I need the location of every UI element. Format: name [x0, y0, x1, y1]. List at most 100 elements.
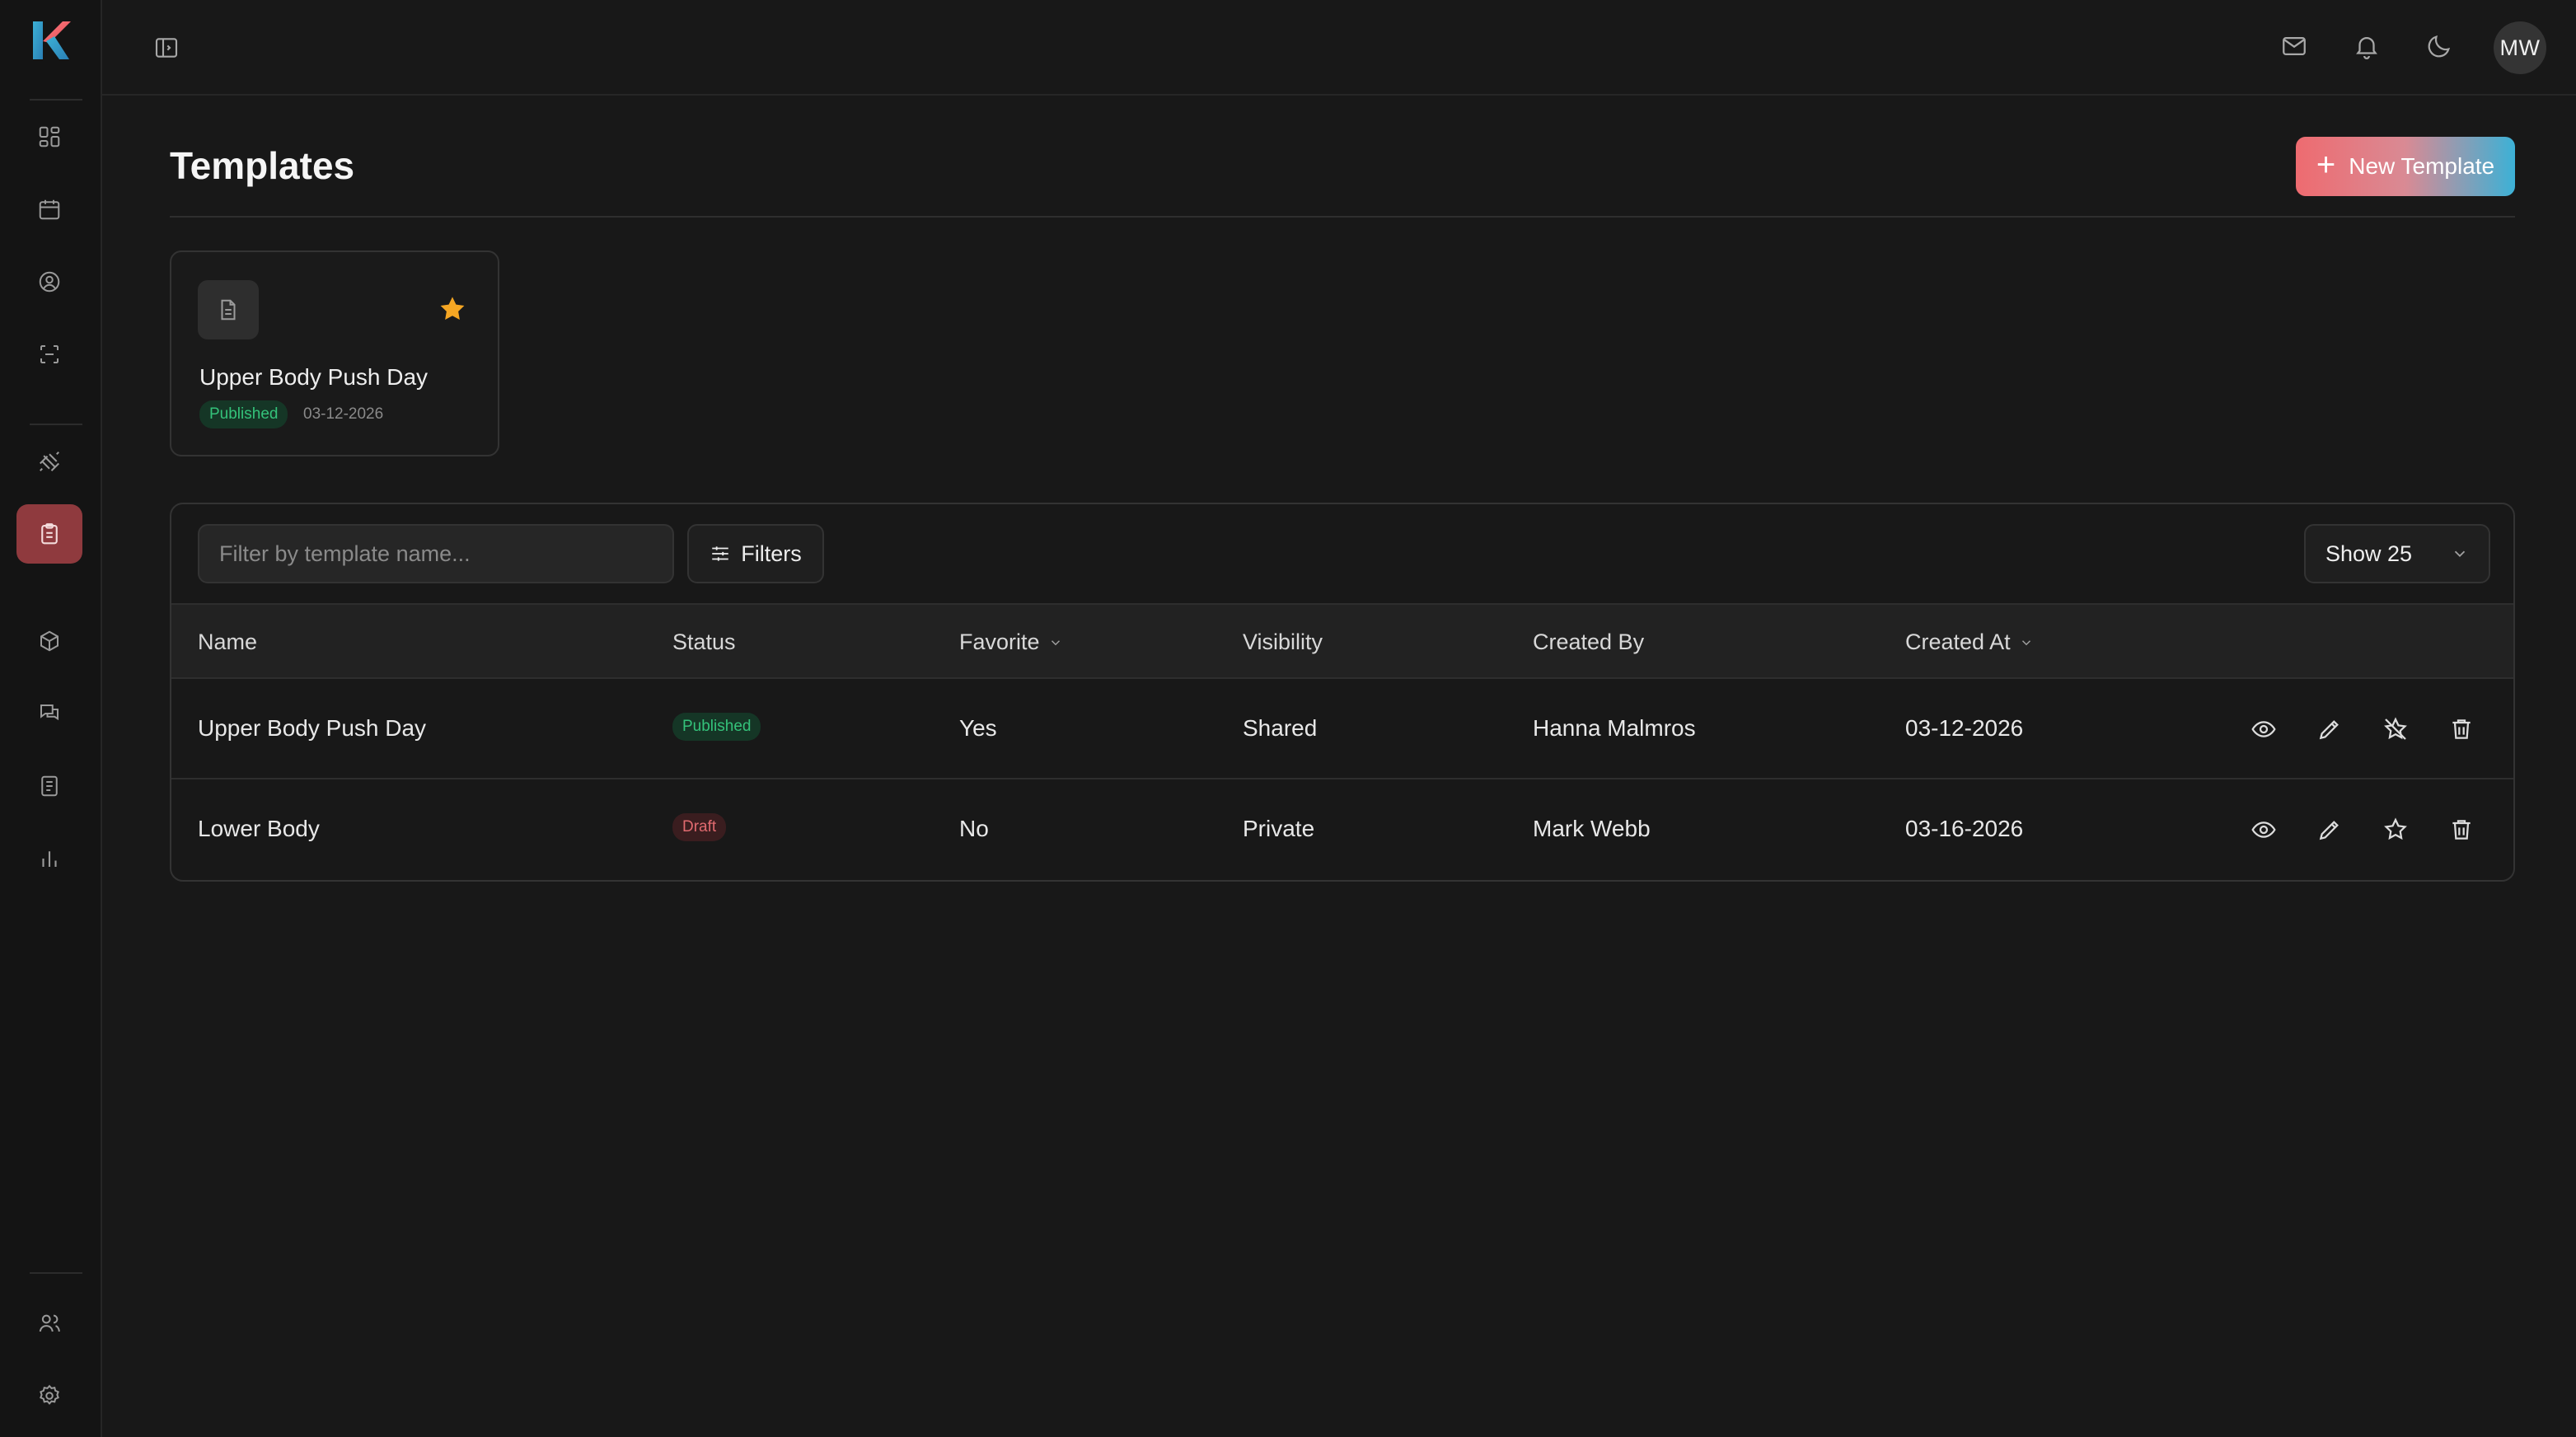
page-title: Templates: [170, 144, 355, 187]
eye-icon: [2251, 721, 2276, 737]
sidebar-item-messages[interactable]: [16, 684, 82, 743]
sidebar-item-products[interactable]: [16, 611, 82, 671]
trash-icon: [2452, 820, 2471, 840]
star-icon: [2384, 817, 2407, 840]
column-header-name[interactable]: Name: [198, 630, 257, 655]
sliders-icon: [712, 546, 728, 561]
sidebar-item-profile[interactable]: [16, 252, 82, 311]
chevron-down-icon: [2454, 550, 2466, 558]
cell-name: Upper Body Push Day: [198, 715, 427, 741]
cell-favorite: Yes: [959, 715, 997, 741]
gear-icon: [40, 1384, 59, 1405]
sidebar: [0, 0, 102, 1437]
row-actions: [2245, 710, 2480, 748]
package-icon: [40, 630, 59, 652]
plus-icon: +: [2316, 147, 2336, 183]
edit-button[interactable]: [2311, 710, 2349, 748]
status-badge: Draft: [672, 813, 727, 841]
column-header-favorite[interactable]: Favorite: [959, 630, 1063, 655]
edit-button[interactable]: [2311, 811, 2349, 849]
calendar-icon: [39, 199, 60, 220]
template-thumbnail: [198, 280, 259, 339]
cell-favorite: No: [959, 816, 989, 841]
dumbbell-icon: [40, 452, 59, 471]
cell-created-by: Mark Webb: [1533, 816, 1651, 841]
cell-created-at: 03-12-2026: [1905, 715, 2024, 741]
column-header-visibility[interactable]: Visibility: [1243, 630, 1323, 655]
sidebar-divider: [30, 424, 82, 425]
status-badge: Published: [199, 400, 288, 428]
document-icon: [221, 299, 236, 321]
cell-visibility: Private: [1243, 816, 1315, 841]
eye-icon: [2251, 821, 2276, 838]
moon-icon: [2428, 35, 2450, 58]
title-divider: [170, 216, 2515, 218]
users-icon: [39, 1314, 60, 1332]
sidebar-item-calendar[interactable]: [16, 180, 82, 239]
cell-created-at: 03-16-2026: [1905, 816, 2024, 841]
column-header-status[interactable]: Status: [672, 630, 736, 655]
pencil-icon: [2319, 720, 2339, 740]
templates-table-card: Filters Show 25 Name Status Favorite Vis…: [170, 503, 2515, 882]
cell-name: Lower Body: [198, 816, 320, 841]
document-icon: [41, 775, 58, 797]
row-actions: [2245, 811, 2480, 849]
filters-label: Filters: [741, 541, 802, 566]
messages-icon: [40, 704, 59, 721]
favorite-card-name: Upper Body Push Day: [199, 364, 429, 390]
view-button[interactable]: [2245, 811, 2283, 849]
sidebar-item-analytics[interactable]: [16, 829, 82, 888]
sidebar-item-settings[interactable]: [16, 1366, 82, 1425]
cell-visibility: Shared: [1243, 715, 1318, 741]
user-avatar[interactable]: MW: [2494, 21, 2546, 74]
table-header: Name Status Favorite Visibility Created …: [171, 603, 2513, 679]
top-bar: MW: [102, 0, 2576, 96]
pencil-icon: [2319, 821, 2339, 840]
mail-icon: [2283, 36, 2306, 56]
sidebar-item-templates[interactable]: [16, 504, 82, 564]
table-row[interactable]: Upper Body Push Day Published Yes Shared…: [171, 679, 2513, 779]
filters-button[interactable]: Filters: [687, 524, 824, 583]
sidebar-item-dashboard[interactable]: [16, 107, 82, 166]
sidebar-item-exercises[interactable]: [16, 432, 82, 491]
view-button[interactable]: [2245, 710, 2283, 748]
page-size-label: Show 25: [2325, 541, 2413, 566]
status-badge: Published: [672, 713, 761, 741]
chevron-down-icon: [2021, 639, 2030, 645]
star-filled-icon[interactable]: [437, 293, 468, 325]
mail-button[interactable]: [2274, 26, 2314, 66]
table-row[interactable]: Lower Body Draft No Private Mark Webb 03…: [171, 779, 2513, 880]
sidebar-item-scan[interactable]: [16, 325, 82, 384]
app-logo[interactable]: [30, 18, 71, 63]
bar-chart-icon: [42, 851, 57, 867]
sidebar-toggle-button[interactable]: [150, 31, 183, 64]
favorite-template-card[interactable]: Upper Body Push Day Published 03-12-2026: [170, 250, 499, 456]
column-header-created-by[interactable]: Created By: [1533, 630, 1644, 655]
sidebar-divider: [30, 1272, 82, 1274]
sidebar-item-team[interactable]: [16, 1294, 82, 1353]
scan-icon: [40, 345, 59, 363]
sidebar-item-documents[interactable]: [16, 756, 82, 816]
user-circle-icon: [39, 271, 60, 293]
dark-mode-button[interactable]: [2419, 26, 2459, 66]
trash-icon: [2452, 719, 2471, 739]
new-template-button[interactable]: + New Template: [2296, 137, 2515, 196]
page-size-select[interactable]: Show 25: [2304, 524, 2490, 583]
bell-icon: [2356, 37, 2377, 59]
bell-button[interactable]: [2347, 26, 2386, 66]
sidebar-divider: [30, 99, 82, 101]
sidebar-toggle-icon: [155, 38, 178, 58]
column-header-created-at[interactable]: Created At: [1905, 630, 2034, 655]
new-template-label: New Template: [2349, 153, 2495, 179]
favorite-button[interactable]: [2377, 811, 2414, 849]
favorite-card-date: 03-12-2026: [303, 405, 384, 423]
dashboard-icon: [39, 126, 60, 147]
star-off-icon: [2384, 717, 2407, 740]
chevron-down-icon: [1051, 639, 1060, 645]
template-search-input[interactable]: [198, 524, 674, 583]
delete-button[interactable]: [2443, 710, 2480, 748]
clipboard-icon: [41, 523, 58, 545]
cell-created-by: Hanna Malmros: [1533, 715, 1696, 741]
unfavorite-button[interactable]: [2377, 710, 2414, 748]
delete-button[interactable]: [2443, 811, 2480, 849]
